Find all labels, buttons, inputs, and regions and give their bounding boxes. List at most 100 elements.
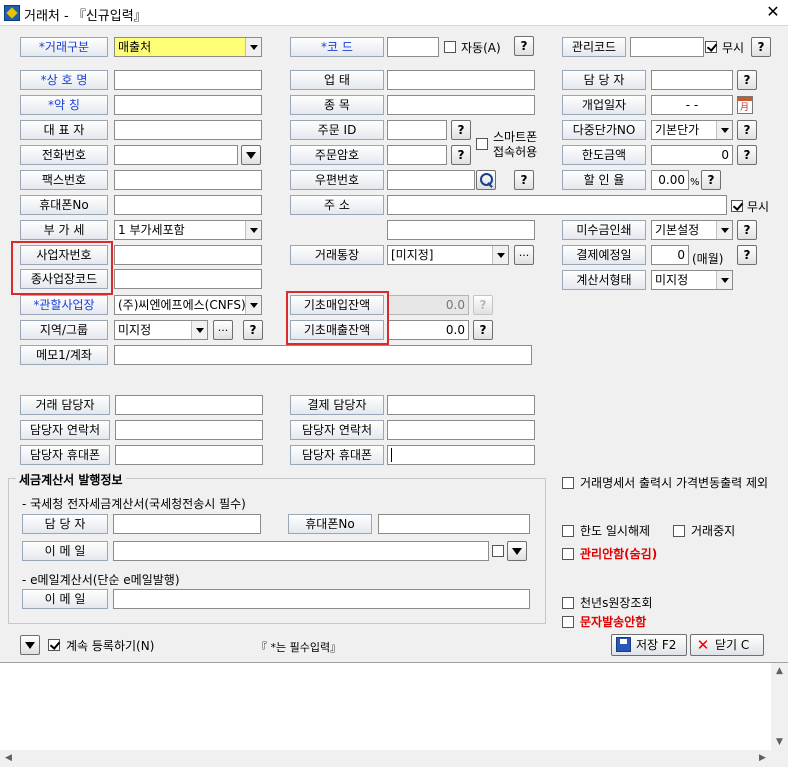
save-icon <box>616 637 631 652</box>
address-detail-input[interactable] <box>387 220 535 240</box>
address-input[interactable] <box>387 195 727 215</box>
address-label: 주 소 <box>290 195 384 215</box>
chevron-down-icon <box>245 38 261 56</box>
mgmt-hide-checkbox[interactable] <box>562 548 574 560</box>
mgmt-code-input[interactable] <box>630 37 704 57</box>
scroll-right-icon[interactable]: ▶ <box>754 750 771 767</box>
scroll-left-icon[interactable]: ◀ <box>0 750 17 767</box>
limit-amount-help-button[interactable]: ? <box>737 145 757 165</box>
ceo-label: 대 표 자 <box>20 120 108 140</box>
region-select[interactable]: 미지정 <box>114 320 208 340</box>
title-bar: 거래처 - 『신규입력』 ✕ <box>0 0 788 26</box>
zip-help-button[interactable]: ? <box>514 170 534 190</box>
base-sales-input[interactable]: 0.0 <box>387 320 469 340</box>
trade-manager-input[interactable] <box>115 395 263 415</box>
phone-input[interactable] <box>114 145 238 165</box>
limit-amount-input[interactable]: 0 <box>651 145 733 165</box>
bottom-text-pane[interactable]: ▲ ▼ ◀ ▶ <box>0 662 788 767</box>
chevron-down-icon <box>245 221 261 239</box>
code-help-button[interactable]: ? <box>514 36 534 56</box>
tax-email-input[interactable] <box>113 541 489 561</box>
vat-select[interactable]: 1 부가세포함 <box>114 220 262 240</box>
exclude-price-change-checkbox[interactable] <box>562 477 574 489</box>
mobile-input[interactable] <box>114 195 262 215</box>
vertical-scrollbar[interactable]: ▲ ▼ <box>771 663 788 751</box>
phone-dropdown-button[interactable] <box>241 145 261 165</box>
region-browse-button[interactable]: ... <box>213 320 233 340</box>
tax-email-dropdown-button[interactable] <box>507 541 527 561</box>
pay-mobile-input[interactable] <box>387 445 535 465</box>
region-help-button[interactable]: ? <box>243 320 263 340</box>
calendar-icon[interactable]: 月 <box>737 96 753 114</box>
order-pw-input[interactable] <box>387 145 447 165</box>
order-id-input[interactable] <box>387 120 447 140</box>
base-sales-help-button[interactable]: ? <box>473 320 493 340</box>
zip-label: 우편번호 <box>290 170 384 190</box>
order-id-help-button[interactable]: ? <box>451 120 471 140</box>
memo-input[interactable] <box>114 345 532 365</box>
branch-select[interactable]: (주)씨엔에프에스(CNFS) <box>114 295 262 315</box>
tax-mobile-input[interactable] <box>378 514 530 534</box>
unpaid-print-help-button[interactable]: ? <box>737 220 757 240</box>
continue-checkbox[interactable] <box>48 639 60 651</box>
mgmt-help-button[interactable]: ? <box>751 37 771 57</box>
pay-due-help-button[interactable]: ? <box>737 245 757 265</box>
order-pw-label: 주문암호 <box>290 145 384 165</box>
address-ignore-checkbox[interactable] <box>731 200 743 212</box>
tax-manager-input[interactable] <box>113 514 261 534</box>
pay-contact-label: 담당자 연락처 <box>290 420 384 440</box>
no-sms-checkbox[interactable] <box>562 616 574 628</box>
open-date-input[interactable]: - - <box>651 95 733 115</box>
company-name-label: 상 호 명 <box>20 70 108 90</box>
search-icon[interactable] <box>476 170 496 190</box>
trade-stop-checkbox[interactable] <box>673 525 685 537</box>
biz-no-input[interactable] <box>114 245 262 265</box>
pay-mobile-label: 담당자 휴대폰 <box>290 445 384 465</box>
ceo-input[interactable] <box>114 120 262 140</box>
horizontal-scrollbar[interactable]: ◀ ▶ <box>0 750 771 767</box>
order-pw-help-button[interactable]: ? <box>451 145 471 165</box>
business-type-input[interactable] <box>387 70 535 90</box>
save-button[interactable]: 저장 F2 <box>611 634 687 656</box>
smartphone-checkbox[interactable] <box>476 138 488 150</box>
auto-checkbox[interactable] <box>444 41 456 53</box>
mobile-label: 휴대폰No <box>20 195 108 215</box>
limit-release-checkbox[interactable] <box>562 525 574 537</box>
mgmt-ignore-checkbox[interactable] <box>705 41 717 53</box>
manager-input[interactable] <box>651 70 733 90</box>
discount-help-button[interactable]: ? <box>701 170 721 190</box>
close-icon[interactable]: ✕ <box>764 2 782 22</box>
no-sms-label: 문자발송안함 <box>580 615 647 629</box>
fax-input[interactable] <box>114 170 262 190</box>
bank-account-browse-button[interactable]: ... <box>514 245 534 265</box>
multi-price-select[interactable]: 기본단가 <box>651 120 733 140</box>
unpaid-print-select[interactable]: 기본설정 <box>651 220 733 240</box>
sub-biz-code-input[interactable] <box>114 269 262 289</box>
short-name-input[interactable] <box>114 95 262 115</box>
code-input[interactable] <box>387 37 439 57</box>
pay-manager-input[interactable] <box>387 395 535 415</box>
e-email-input[interactable] <box>113 589 530 609</box>
tax-email-checkbox[interactable] <box>492 545 504 557</box>
trade-mobile-input[interactable] <box>115 445 263 465</box>
business-type-label: 업 태 <box>290 70 384 90</box>
footer-menu-button[interactable] <box>20 635 40 655</box>
scroll-up-icon[interactable]: ▲ <box>771 663 788 680</box>
business-item-input[interactable] <box>387 95 535 115</box>
manager-help-button[interactable]: ? <box>737 70 757 90</box>
address-ignore-label: 무시 <box>747 200 770 214</box>
ledger-checkbox[interactable] <box>562 597 574 609</box>
company-name-input[interactable] <box>114 70 262 90</box>
multi-price-help-button[interactable]: ? <box>737 120 757 140</box>
close-button[interactable]: ✕ 닫기 C <box>690 634 764 656</box>
invoice-type-select[interactable]: 미지정 <box>651 270 733 290</box>
pay-contact-input[interactable] <box>387 420 535 440</box>
smartphone-label: 스마트폰 <box>493 130 538 144</box>
discount-input[interactable]: 0.00 <box>651 170 689 190</box>
pay-due-input[interactable]: 0 <box>651 245 689 265</box>
trade-type-select[interactable]: 매출처 <box>114 37 262 57</box>
trade-contact-input[interactable] <box>115 420 263 440</box>
bank-account-select[interactable]: [미지정] <box>387 245 509 265</box>
zip-input[interactable] <box>387 170 475 190</box>
scroll-down-icon[interactable]: ▼ <box>771 734 788 751</box>
